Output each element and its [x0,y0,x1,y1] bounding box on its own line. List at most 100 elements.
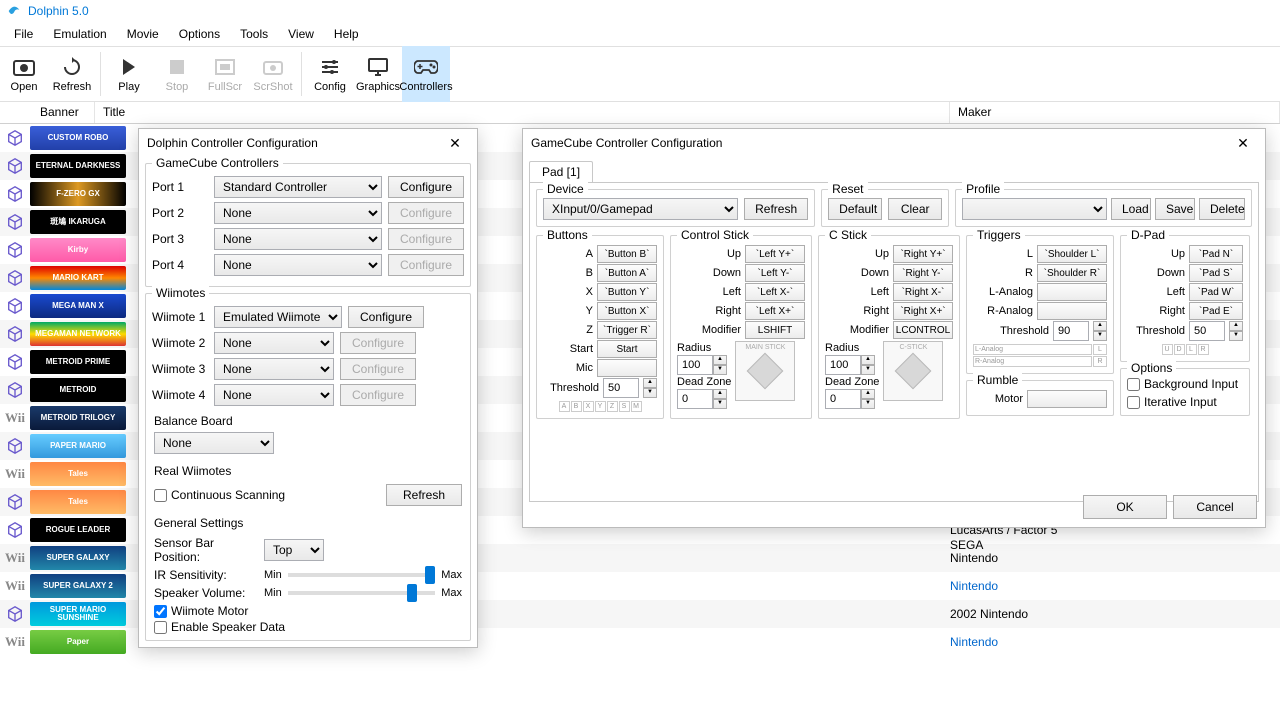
device-refresh-button[interactable]: Refresh [744,198,808,220]
bind-button[interactable] [1037,302,1107,320]
wiimote-select[interactable]: None [214,358,334,380]
menu-emulation[interactable]: Emulation [43,23,116,45]
iterative-input-checkbox[interactable]: Iterative Input [1127,395,1243,409]
port-select[interactable]: None [214,254,382,276]
default-button[interactable]: Default [828,198,882,220]
wiimote-motor-checkbox[interactable]: Wiimote Motor [154,604,462,618]
bind-label: Start [570,343,593,355]
bind-button[interactable]: `Left Y+` [745,245,805,263]
bind-button[interactable]: `Right Y-` [893,264,953,282]
options-title: Options [1127,361,1176,375]
col-maker[interactable]: Maker [950,102,1280,123]
enable-speaker-checkbox[interactable]: Enable Speaker Data [154,620,462,634]
background-input-checkbox[interactable]: Background Input [1127,377,1243,391]
port-label: Port 2 [152,206,208,220]
bind-button[interactable]: `Right X-` [893,283,953,301]
cstick-deadzone[interactable] [825,389,861,409]
close-icon[interactable]: ✕ [441,129,469,157]
bind-button[interactable]: LCONTROL [893,321,953,339]
trigger-threshold[interactable] [1053,321,1089,341]
bind-button[interactable]: `Pad N` [1189,245,1243,263]
ir-slider[interactable] [288,573,435,577]
device-select[interactable]: XInput/0/Gamepad [543,198,738,220]
bind-button[interactable] [1037,283,1107,301]
bind-button[interactable]: `Shoulder R` [1037,264,1107,282]
cs-radius[interactable] [677,355,713,375]
wiimote-select[interactable]: None [214,384,334,406]
cs-deadzone[interactable] [677,389,713,409]
port-configure-button[interactable]: Configure [388,176,464,198]
menu-movie[interactable]: Movie [117,23,169,45]
bind-button[interactable]: `Pad E` [1189,302,1243,320]
game-banner: Paper [30,630,126,654]
cancel-button[interactable]: Cancel [1173,495,1257,519]
clear-button[interactable]: Clear [888,198,942,220]
motor-bind[interactable] [1027,390,1107,408]
bind-button[interactable]: LSHIFT [745,321,805,339]
bind-button[interactable]: `Pad S` [1189,264,1243,282]
tb-config[interactable]: Config [306,46,354,102]
bind-button[interactable]: `Button A` [597,264,657,282]
port-select[interactable]: None [214,202,382,224]
bind-button[interactable]: `Shoulder L` [1037,245,1107,263]
cstick-radius[interactable] [825,355,861,375]
continuous-scanning-checkbox[interactable]: Continuous Scanning [154,488,285,502]
speaker-slider[interactable] [288,591,435,595]
tb-play[interactable]: Play [105,46,153,102]
bind-button[interactable]: Start [597,340,657,358]
menu-view[interactable]: View [278,23,324,45]
menu-help[interactable]: Help [324,23,369,45]
game-maker: Nintendo [950,635,1280,649]
gamecube-icon [0,521,30,539]
col-title[interactable]: Title [95,102,950,123]
gc-controller-config-dialog: GameCube Controller Configuration ✕ Pad … [522,128,1266,528]
balance-board-select[interactable]: None [154,432,274,454]
profile-select[interactable] [962,198,1107,220]
game-banner: MARIO KART [30,266,126,290]
close-icon[interactable]: ✕ [1229,129,1257,157]
tab-pad1[interactable]: Pad [1] [529,161,593,182]
tb-controllers[interactable]: Controllers [402,46,450,102]
refresh-wiimotes-button[interactable]: Refresh [386,484,462,506]
bind-button[interactable]: `Left X-` [745,283,805,301]
port-select[interactable]: None [214,228,382,250]
menu-tools[interactable]: Tools [230,23,278,45]
load-button[interactable]: Load [1111,198,1151,220]
bind-button[interactable]: `Right Y+` [893,245,953,263]
delete-button[interactable]: Delete [1199,198,1245,220]
game-banner: PAPER MARIO [30,434,126,458]
tb-open[interactable]: Open [0,46,48,102]
tb-graphics[interactable]: Graphics [354,46,402,102]
sensor-bar-select[interactable]: Top [264,539,324,561]
game-banner: METROID [30,378,126,402]
game-maker: Nintendo [950,579,1280,593]
bind-button[interactable] [597,359,657,377]
bind-button[interactable]: `Left Y-` [745,264,805,282]
general-settings-label: General Settings [154,516,462,530]
port-configure-button: Configure [388,202,464,224]
menu-options[interactable]: Options [169,23,230,45]
wiimote-select[interactable]: None [214,332,334,354]
menu-file[interactable]: File [4,23,43,45]
port-select[interactable]: Standard Controller [214,176,382,198]
tb-refresh[interactable]: Refresh [48,46,96,102]
col-banner[interactable]: Banner [0,102,95,123]
save-button[interactable]: Save [1155,198,1195,220]
wiimote-label: Wiimote 1 [152,310,208,324]
bind-label: A [586,248,593,260]
buttons-threshold[interactable] [603,378,639,398]
bind-button[interactable]: `Button Y` [597,283,657,301]
bind-button[interactable]: `Trigger R` [597,321,657,339]
bind-button[interactable]: `Pad W` [1189,283,1243,301]
bind-button[interactable]: `Button B` [597,245,657,263]
bind-label: Mic [576,362,593,374]
bind-button[interactable]: `Right X+` [893,302,953,320]
bind-button[interactable]: `Button X` [597,302,657,320]
bind-button[interactable]: `Left X+` [745,302,805,320]
ok-button[interactable]: OK [1083,495,1167,519]
wiimote-configure-button[interactable]: Configure [348,306,424,328]
dpad-threshold[interactable] [1189,321,1225,341]
wiimote-select[interactable]: Emulated Wiimote [214,306,342,328]
game-banner: SUPER GALAXY 2 [30,574,126,598]
gamecube-icon [0,297,30,315]
